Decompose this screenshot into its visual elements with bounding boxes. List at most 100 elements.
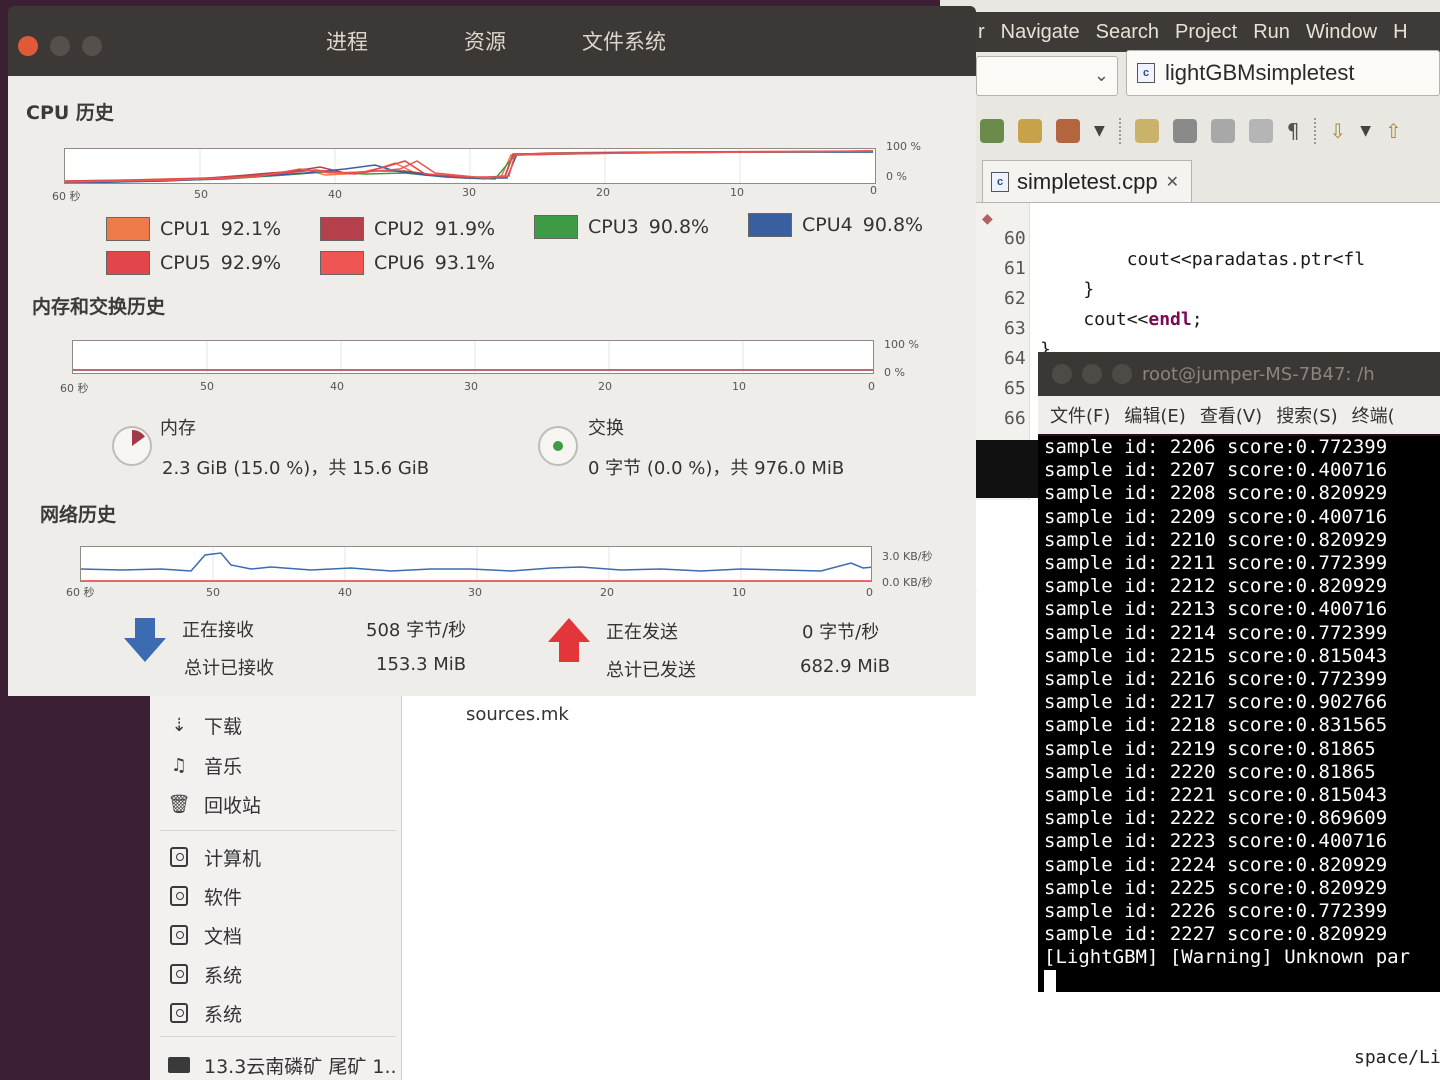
legend-name: CPU4	[802, 214, 853, 236]
menu-view[interactable]: 查看(V)	[1200, 402, 1262, 428]
sidebar-item-trash[interactable]: 🗑 回收站	[168, 785, 398, 823]
menu-item-navigate[interactable]: Navigate	[1001, 21, 1080, 44]
cpu5-legend[interactable]: CPU5 92.9%	[106, 248, 281, 278]
memory-pie-icon[interactable]	[112, 426, 152, 466]
sidebar-item-label: 音乐	[204, 755, 243, 778]
network-x-axis-label: 20	[600, 586, 614, 599]
terminal-line: sample id: 2222 score:0.869609	[1044, 807, 1388, 830]
tasks-icon[interactable]	[1172, 119, 1197, 143]
menu-edit[interactable]: 编辑(E)	[1124, 402, 1185, 428]
file-item[interactable]: sources.mk	[466, 704, 569, 725]
swap-pie-icon[interactable]	[538, 426, 578, 466]
system-monitor-headerbar: 进程 资源 文件系统	[8, 6, 976, 76]
code-line: 60 cout<<paradatas.ptr<fl	[976, 207, 1440, 270]
close-window-button[interactable]	[18, 36, 38, 56]
cpu2-legend[interactable]: CPU2 91.9%	[320, 214, 495, 244]
menu-search[interactable]: 搜索(S)	[1276, 402, 1337, 428]
cpu6-color-swatch[interactable]	[320, 251, 364, 275]
sidebar-item-system-1[interactable]: 系统	[168, 955, 398, 993]
cpu1-legend[interactable]: CPU1 92.1%	[106, 214, 281, 244]
cpu-y-axis-label-max: 100 %	[886, 140, 921, 153]
cpu4-color-swatch[interactable]	[748, 213, 792, 237]
terminal-output[interactable]: sample id: 2206 score:0.772399 sample id…	[1038, 436, 1440, 992]
paragraph-icon[interactable]: ¶	[1287, 119, 1300, 143]
sidebar-item-documents[interactable]: 文档	[168, 916, 398, 954]
swap-value: 0 字节 (0.0 %)，共 976.0 MiB	[588, 458, 845, 479]
cpu3-color-swatch[interactable]	[534, 215, 578, 239]
legend-name: CPU6	[374, 252, 425, 274]
close-window-button[interactable]	[1052, 364, 1072, 384]
maximize-window-button[interactable]	[1112, 364, 1132, 384]
code-line: 62 cout<<endl;	[976, 267, 1440, 330]
arrow-shaft	[135, 618, 155, 640]
document-icon[interactable]	[1248, 119, 1273, 143]
terminal-line: sample id: 2224 score:0.820929	[1044, 853, 1388, 876]
sidebar-item-label: 系统	[204, 1003, 243, 1026]
tab-processes[interactable]: 进程	[326, 26, 368, 58]
minimize-window-button[interactable]	[1082, 364, 1102, 384]
launch-mode-combo[interactable]: ⌄	[976, 56, 1118, 96]
sidebar-item-software[interactable]: 软件	[168, 877, 398, 915]
terminal-line: sample id: 2220 score:0.81865	[1044, 760, 1376, 783]
cpu1-color-swatch[interactable]	[106, 217, 150, 241]
memory-x-axis-label: 10	[732, 380, 746, 393]
cpu-history-title: CPU 历史	[26, 102, 114, 124]
folder-icon	[168, 1054, 190, 1076]
maximize-window-button[interactable]	[82, 36, 102, 56]
cpu5-color-swatch[interactable]	[106, 251, 150, 275]
legend-value: 90.8%	[648, 216, 710, 238]
terminal-titlebar: root@jumper-MS-7B47: /h	[1038, 352, 1440, 396]
receiving-arrow-icon[interactable]	[124, 616, 166, 664]
sidebar-item-downloads[interactable]: ⇣ 下载	[168, 706, 398, 744]
sidebar-item-music[interactable]: ♫ 音乐	[168, 746, 398, 784]
menu-terminal[interactable]: 终端(	[1352, 402, 1395, 428]
new-project-icon[interactable]	[980, 119, 1004, 143]
legend-name: CPU5	[160, 252, 211, 274]
swap-pie-dot	[553, 441, 563, 451]
workspace-path-text: space/Li	[1354, 1047, 1440, 1068]
editor-tab-simpletest[interactable]: c simpletest.cpp ✕	[982, 160, 1192, 202]
chevron-down-icon[interactable]: ▼	[1360, 123, 1371, 139]
minimize-window-button[interactable]	[50, 36, 70, 56]
previous-annotation-icon[interactable]: ⇧	[1385, 119, 1402, 143]
sidebar-item-computer[interactable]: 计算机	[168, 838, 398, 876]
sidebar-item-system-2[interactable]: 系统	[168, 994, 398, 1032]
legend-name: CPU2	[374, 218, 425, 240]
tab-file-systems[interactable]: 文件系统	[582, 26, 666, 58]
sidebar-item-folder[interactable]: 13.3云南磷矿 尾矿 1...	[168, 1046, 398, 1080]
terminal-line: sample id: 2226 score:0.772399	[1044, 900, 1388, 923]
menu-item-search[interactable]: Search	[1096, 21, 1159, 44]
open-folder-icon[interactable]	[1018, 119, 1042, 143]
menu-item-help[interactable]: H	[1393, 21, 1407, 44]
sending-arrow-icon[interactable]	[548, 616, 590, 664]
tab-resources[interactable]: 资源	[464, 26, 506, 58]
close-tab-icon[interactable]: ✕	[1166, 172, 1179, 192]
launch-config-combo[interactable]: c lightGBMsimpletest	[1126, 50, 1440, 96]
terminal-line: sample id: 2211 score:0.772399	[1044, 552, 1388, 575]
menu-item-window[interactable]: Window	[1306, 21, 1377, 44]
cpu-y-axis-label-min: 0 %	[886, 170, 907, 183]
network-history-title: 网络历史	[40, 504, 117, 526]
cpu-graph-svg	[65, 149, 874, 183]
memory-history-title: 内存和交换历史	[32, 296, 166, 318]
menu-item-run[interactable]: Run	[1253, 21, 1290, 44]
memory-x-axis-label: 0	[868, 380, 875, 393]
build-icon[interactable]	[1056, 119, 1080, 143]
sidebar-item-label: 下载	[204, 715, 243, 738]
cpu4-legend[interactable]: CPU4 90.8%	[748, 210, 923, 240]
terminal-line: sample id: 2210 score:0.820929	[1044, 528, 1388, 551]
terminal-line: sample id: 2214 score:0.772399	[1044, 621, 1388, 644]
chevron-down-icon[interactable]: ▼	[1094, 123, 1105, 139]
terminal-line: sample id: 2227 score:0.820929	[1044, 923, 1388, 946]
terminal-line: sample id: 2207 score:0.400716	[1044, 459, 1388, 482]
menu-item-project[interactable]: Project	[1175, 21, 1237, 44]
pen-icon[interactable]	[1134, 119, 1159, 143]
menu-file[interactable]: 文件(F)	[1050, 402, 1110, 428]
menu-item-r[interactable]: r	[978, 21, 985, 44]
cpu6-legend[interactable]: CPU6 93.1%	[320, 248, 495, 278]
terminal-line: sample id: 2223 score:0.400716	[1044, 830, 1388, 853]
outline-icon[interactable]	[1210, 119, 1235, 143]
cpu2-color-swatch[interactable]	[320, 217, 364, 241]
cpu3-legend[interactable]: CPU3 90.8%	[534, 212, 709, 242]
next-annotation-icon[interactable]: ⇩	[1330, 119, 1347, 143]
